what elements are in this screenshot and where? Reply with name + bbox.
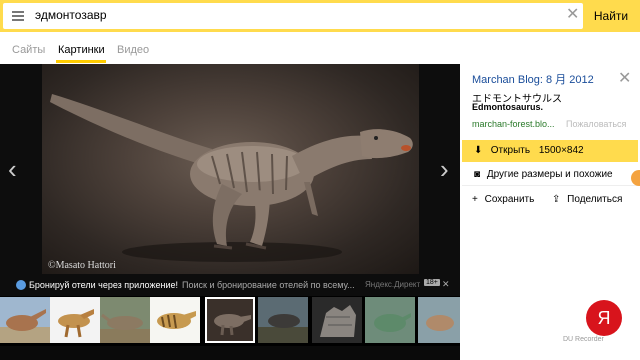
thumbnail[interactable] xyxy=(258,297,308,343)
thumbnail[interactable] xyxy=(312,297,362,343)
menu-icon[interactable] xyxy=(12,11,24,21)
thumbnail[interactable] xyxy=(100,297,150,343)
tab-video[interactable]: Видео xyxy=(117,44,149,56)
plus-icon: + xyxy=(472,194,478,205)
report-link[interactable]: Пожаловаться xyxy=(566,119,626,129)
search-input[interactable]: эдмонтозавр xyxy=(35,8,107,22)
image-viewer: ©Masato Hattori ‹ › xyxy=(0,64,460,296)
domain-link[interactable]: marchan-forest.blo... xyxy=(472,119,555,129)
ad-headline[interactable]: Бронируй отели через приложение! xyxy=(29,280,178,290)
search-box[interactable]: эдмонтозавр ✕ xyxy=(3,3,583,29)
recorder-watermark: DU Recorder xyxy=(563,336,604,343)
share-button[interactable]: ⇪ Поделиться xyxy=(552,190,622,210)
share-label: Поделиться xyxy=(567,194,623,205)
open-button[interactable]: ⬇ Открыть 1500×842 xyxy=(462,140,638,162)
thumbnail[interactable] xyxy=(365,297,415,343)
ad-source: Яндекс.Директ xyxy=(365,280,421,289)
other-sizes-label: Другие размеры и похожие xyxy=(486,169,613,180)
open-label: Открыть xyxy=(490,145,531,156)
thumbnail[interactable] xyxy=(150,297,200,343)
open-size: 1500×842 xyxy=(538,145,584,156)
bottom-bar xyxy=(0,346,460,360)
ad-text[interactable]: Поиск и бронирование отелей по всему... xyxy=(182,280,362,290)
camera-icon: ◙ xyxy=(474,169,481,180)
chevron-right-icon[interactable]: › xyxy=(440,156,449,182)
close-ad-icon[interactable]: ✕ xyxy=(442,279,450,290)
active-tab-indicator xyxy=(56,60,106,63)
clear-icon[interactable]: ✕ xyxy=(566,7,579,23)
other-sizes-button[interactable]: ◙ Другие размеры и похожие xyxy=(462,164,638,186)
location-icon xyxy=(16,280,26,290)
thumbnail[interactable] xyxy=(0,297,50,343)
thumbnail[interactable] xyxy=(50,297,100,343)
find-button[interactable]: Найти xyxy=(585,3,637,29)
search-bar: эдмонтозавр ✕ Найти xyxy=(0,0,640,32)
age-badge: 18+ xyxy=(424,279,440,286)
thumbnail-selected[interactable] xyxy=(205,297,255,343)
share-icon: ⇪ xyxy=(552,194,561,205)
tab-sites[interactable]: Сайты xyxy=(12,44,45,56)
image-copyright: ©Masato Hattori xyxy=(48,260,116,271)
tab-images[interactable]: Картинки xyxy=(58,44,105,56)
main-image[interactable]: ©Masato Hattori xyxy=(42,64,419,274)
thumbnail-strip xyxy=(0,296,468,346)
source-title-link[interactable]: Marchan Blog: 8 月 2012 xyxy=(472,71,594,87)
touch-indicator xyxy=(631,170,640,186)
chevron-left-icon[interactable]: ‹ xyxy=(8,156,17,182)
close-icon[interactable]: ✕ xyxy=(618,68,631,88)
yandex-logo[interactable]: Я xyxy=(586,300,622,336)
ad-banner[interactable]: Бронируй отели через приложение! Поиск и… xyxy=(0,278,460,294)
image-subtitle: Edmontosaurus. xyxy=(472,102,544,112)
save-label: Сохранить xyxy=(484,194,535,205)
save-button[interactable]: + Сохранить xyxy=(472,190,534,210)
dinosaur-illustration xyxy=(50,94,413,262)
download-icon: ⬇ xyxy=(474,145,483,156)
